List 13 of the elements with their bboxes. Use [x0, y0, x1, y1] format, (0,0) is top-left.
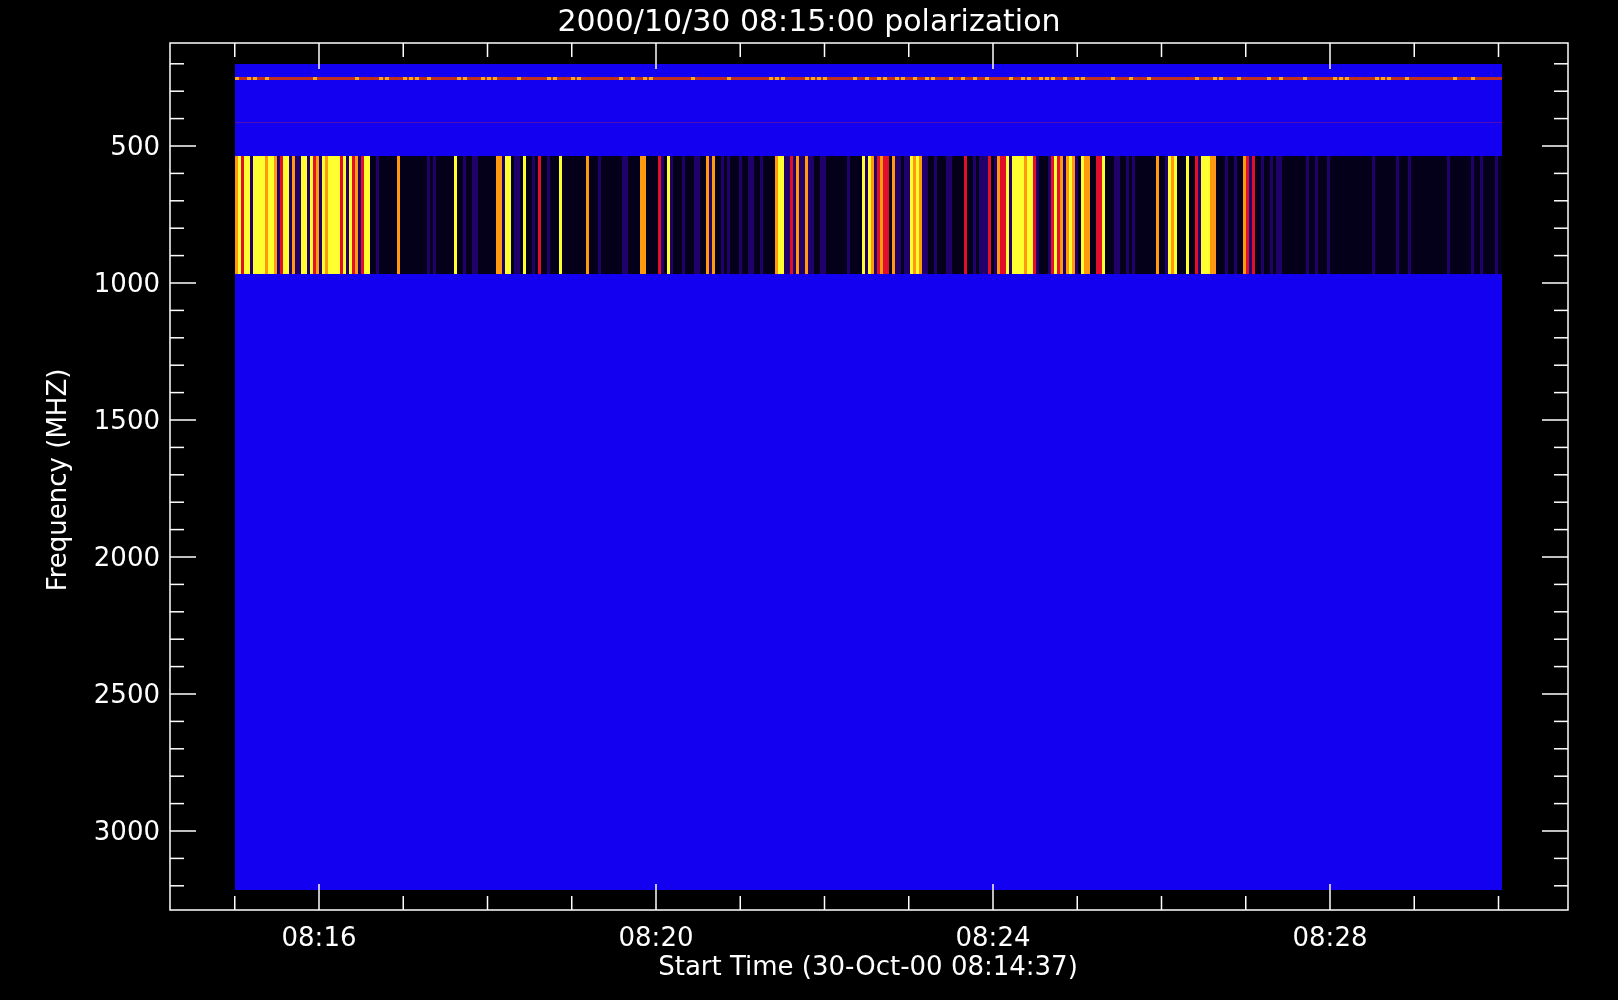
y-tick-label: 2000 [93, 542, 160, 572]
x-tick-label: 08:16 [281, 922, 357, 952]
y-tick-label: 2500 [93, 679, 160, 709]
x-tick-label: 08:20 [618, 922, 694, 952]
y-tick-label: 1500 [93, 405, 160, 435]
y-tick-label: 3000 [93, 816, 160, 846]
x-tick-label: 08:24 [955, 922, 1031, 952]
x-tick-label: 08:28 [1292, 922, 1368, 952]
x-axis-label: Start Time (30-Oct-00 08:14:37) [658, 951, 1078, 981]
y-tick-label: 1000 [93, 268, 160, 298]
plot-title: 2000/10/30 08:15:00 polarization [557, 3, 1061, 38]
y-axis-label: Frequency (MHZ) [42, 368, 72, 592]
y-tick-label: 500 [110, 131, 160, 161]
